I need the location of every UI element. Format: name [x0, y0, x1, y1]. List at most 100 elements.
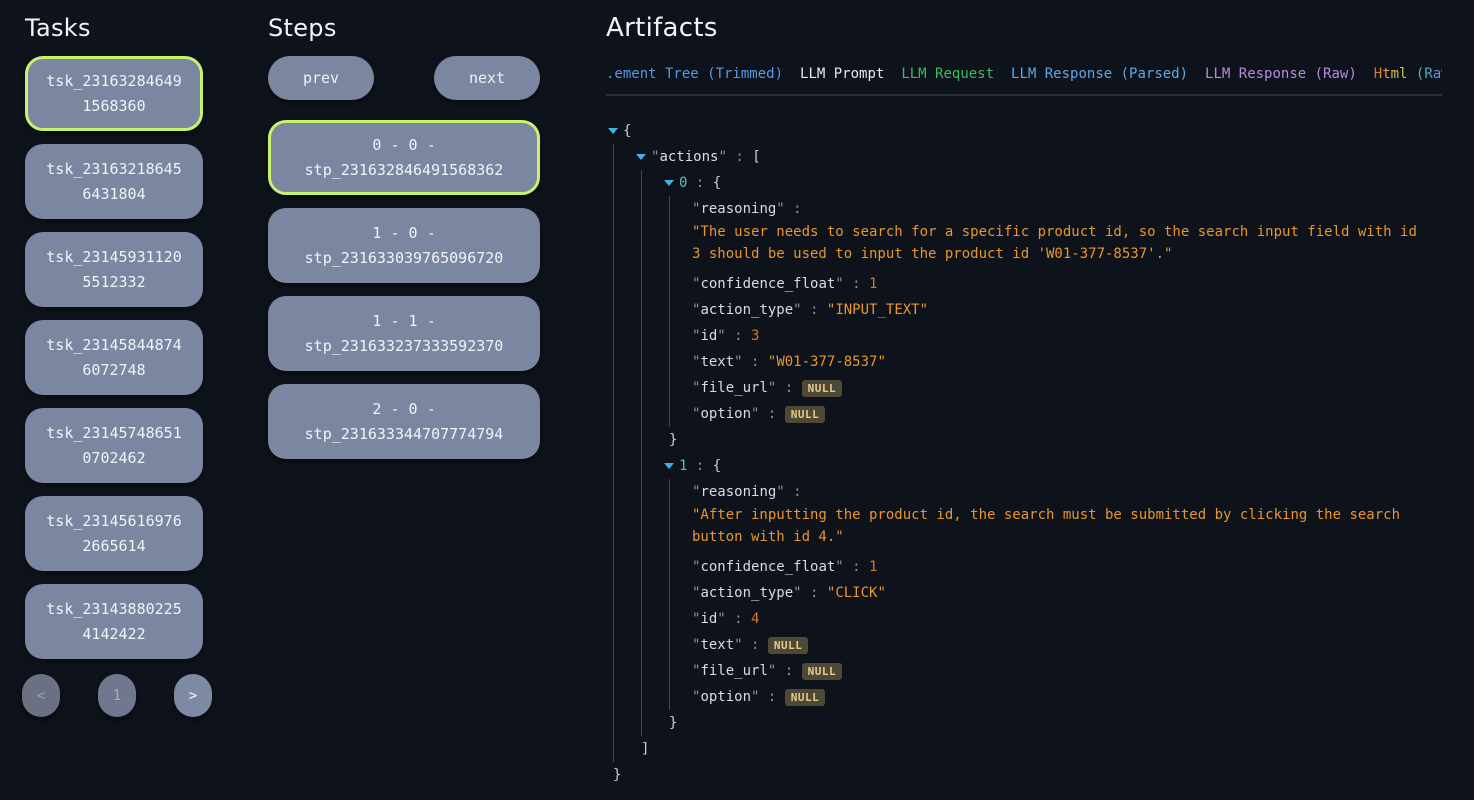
json-token: : [785, 484, 802, 500]
json-entry: "file_url" : NULL [692, 658, 1442, 684]
json-node-closer: } [664, 710, 1442, 736]
json-token: option [700, 689, 751, 705]
json-token: : [759, 689, 784, 705]
tab-llm-request[interactable]: LLM Request [901, 66, 994, 82]
artifacts-title: Artifacts [606, 13, 1442, 43]
collapse-arrow-icon[interactable] [664, 180, 674, 186]
tasks-next-page-button[interactable]: > [174, 674, 212, 717]
json-token: " [768, 380, 776, 396]
json-node-children: 0 : {"reasoning" :"The user needs to sea… [641, 170, 1442, 736]
json-token: " [718, 149, 726, 165]
json-token: : [785, 201, 802, 217]
tab-element-tree-trimmed[interactable]: .ement Tree (Trimmed) [606, 66, 783, 82]
json-token: : [687, 458, 712, 474]
tasks-pagination: < 1 > [22, 674, 212, 717]
json-token: " [751, 689, 759, 705]
json-node-header: { [608, 118, 1442, 144]
json-key: "confidence_float" [692, 559, 844, 575]
json-token: : [687, 175, 712, 191]
step-button[interactable]: 0 - 0 - stp_231632846491568362 [268, 120, 540, 195]
task-button[interactable]: tsk_231456169762665614 [25, 496, 203, 571]
json-node-closer: } [664, 427, 1442, 453]
task-button[interactable]: tsk_231457486510702462 [25, 408, 203, 483]
json-object-node: 0 : {"reasoning" :"The user needs to sea… [664, 170, 1442, 453]
json-object-node: {"actions" : [0 : {"reasoning" :"The use… [608, 118, 1442, 788]
json-key: "reasoning" [692, 484, 785, 500]
json-token: : [726, 611, 751, 627]
json-token: " [717, 328, 725, 344]
json-token: : [776, 380, 801, 396]
json-token: { [713, 175, 721, 191]
json-key: "text" [692, 354, 743, 370]
json-key: "action_type" [692, 302, 802, 318]
steps-title: Steps [268, 14, 540, 42]
json-token: : [743, 637, 768, 653]
json-node-header: 0 : { [664, 170, 1442, 196]
json-index: 0 [679, 175, 687, 191]
json-entry: "action_type" : "INPUT_TEXT" [692, 297, 1442, 323]
json-token: " [751, 406, 759, 422]
json-entry: "text" : NULL [692, 632, 1442, 658]
json-token: } [613, 767, 621, 783]
json-token: id [700, 611, 717, 627]
json-token: : [726, 328, 751, 344]
json-token: reasoning [700, 484, 776, 500]
json-token: : [743, 354, 768, 370]
tab-llm-response-raw[interactable]: LLM Response (Raw) [1205, 66, 1357, 82]
json-key: "option" [692, 406, 759, 422]
json-token: " [734, 637, 742, 653]
tasks-page-number-button[interactable]: 1 [98, 674, 136, 717]
task-button[interactable]: tsk_231438802254142422 [25, 584, 203, 659]
json-key: "text" [692, 637, 743, 653]
json-token: { [713, 458, 721, 474]
step-button[interactable]: 2 - 0 - stp_231633344707774794 [268, 384, 540, 459]
artifacts-panel: Artifacts .ement Tree (Trimmed) LLM Promp… [606, 13, 1442, 788]
json-node-closer: } [608, 762, 1442, 788]
task-button[interactable]: tsk_231632186456431804 [25, 144, 203, 219]
json-array-node: "actions" : [0 : {"reasoning" :"The user… [636, 144, 1442, 762]
tasks-prev-page-button[interactable]: < [22, 674, 60, 717]
json-token: " [835, 559, 843, 575]
steps-panel: Steps prev next 0 - 0 - stp_231632846491… [268, 14, 540, 472]
artifacts-tabbar: .ement Tree (Trimmed) LLM Prompt LLM Reque… [606, 66, 1442, 96]
tab-html-raw[interactable]: Html (Raw) [1374, 66, 1442, 82]
collapse-arrow-icon[interactable] [636, 154, 646, 160]
collapse-arrow-icon[interactable] [664, 463, 674, 469]
step-list: 0 - 0 - stp_231632846491568362 1 - 0 - st… [268, 120, 540, 459]
step-button[interactable]: 1 - 0 - stp_231633039765096720 [268, 208, 540, 283]
json-token: reasoning [700, 201, 776, 217]
json-token: confidence_float [700, 276, 835, 292]
steps-prev-button[interactable]: prev [268, 56, 374, 100]
json-token: actions [659, 149, 718, 165]
steps-next-button[interactable]: next [434, 56, 540, 100]
tab-llm-prompt[interactable]: LLM Prompt [800, 66, 884, 82]
null-value-badge: NULL [785, 689, 826, 706]
steps-nav-row: prev next [268, 56, 540, 100]
task-button[interactable]: tsk_231459311205512332 [25, 232, 203, 307]
json-entry: "option" : NULL [692, 401, 1442, 427]
json-token: : [802, 585, 827, 601]
json-number-value: 1 [869, 276, 877, 292]
json-entry: "id" : 3 [692, 323, 1442, 349]
json-entry: "text" : "W01-377-8537" [692, 349, 1442, 375]
json-token: [ [752, 149, 760, 165]
json-token: file_url [700, 380, 767, 396]
null-value-badge: NULL [785, 406, 826, 423]
json-entry: "option" : NULL [692, 684, 1442, 710]
null-value-badge: NULL [802, 663, 843, 680]
json-token: action_type [700, 302, 793, 318]
json-node-closer: ] [636, 736, 1442, 762]
tasks-panel: Tasks tsk_231632846491568360tsk_23163218… [25, 14, 203, 717]
json-number-value: 1 [869, 559, 877, 575]
json-node-children: "actions" : [0 : {"reasoning" :"The user… [613, 144, 1442, 762]
json-token: : [727, 149, 752, 165]
collapse-arrow-icon[interactable] [608, 128, 618, 134]
tab-llm-response-parsed[interactable]: LLM Response (Parsed) [1011, 66, 1188, 82]
json-string-value: "CLICK" [827, 585, 886, 601]
json-key: "id" [692, 328, 726, 344]
step-button[interactable]: 1 - 1 - stp_231633237333592370 [268, 296, 540, 371]
task-button[interactable]: tsk_231458448746072748 [25, 320, 203, 395]
json-key: "actions" [651, 149, 727, 165]
task-button[interactable]: tsk_231632846491568360 [25, 56, 203, 131]
json-token: confidence_float [700, 559, 835, 575]
